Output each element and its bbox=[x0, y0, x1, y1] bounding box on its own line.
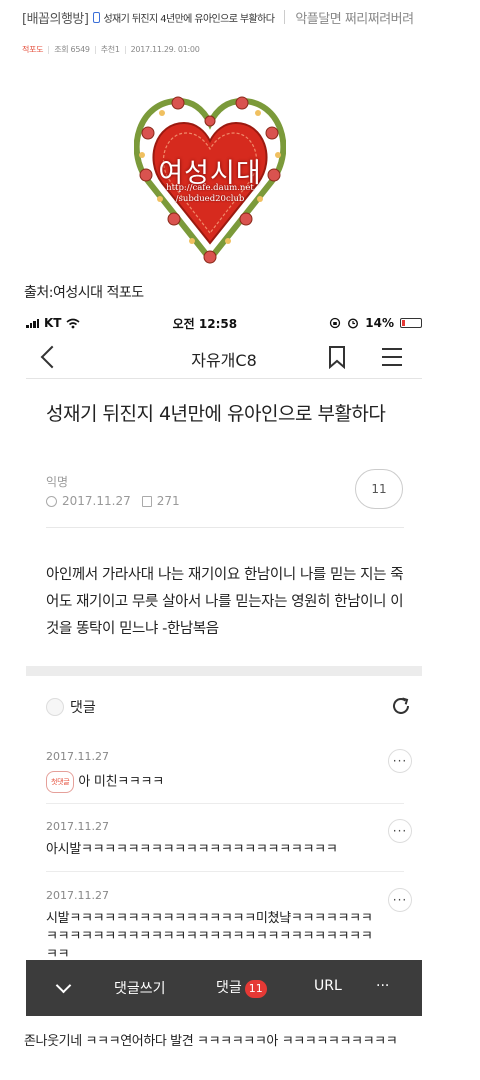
comment-text: 아 미친ㅋㅋㅋㅋ bbox=[78, 774, 164, 790]
bottom-toolbar: 댓글쓰기 댓글 11 URL ··· bbox=[26, 960, 422, 1016]
author-nickname[interactable]: 악플달면 쩌리쩌려버려 bbox=[295, 8, 414, 27]
write-comment-button[interactable]: 댓글쓰기 bbox=[114, 978, 166, 998]
footer-comment-text: 존나웃기네 ㅋㅋㅋ연어하다 발견 ㅋㅋㅋㅋㅋㅋ아 ㅋㅋㅋㅋㅋㅋㅋㅋㅋㅋ bbox=[24, 1034, 398, 1049]
wifi-icon bbox=[66, 318, 80, 328]
logo-url-line2: /subdued20club bbox=[175, 194, 245, 204]
logo-url: http://cafe.daum.net /subdued20club bbox=[134, 183, 286, 205]
views-icon bbox=[141, 495, 152, 507]
phone-status-bar: KT 오전 12:58 14% bbox=[26, 311, 422, 335]
post-meta: 적포도 조회 6549 추천1 2017.11.29. 01:00 bbox=[22, 44, 200, 55]
comment-date: 2017.11.27 bbox=[46, 750, 109, 763]
orientation-lock-icon bbox=[330, 317, 341, 329]
comment-item: 2017.11.27 시발ㅋㅋㅋㅋㅋㅋㅋㅋㅋㅋㅋㅋㅋㅋㅋㅋ미쳤냨ㅋㅋㅋㅋㅋㅋㅋㅋ… bbox=[46, 888, 412, 964]
article-title: 성재기 뒤진지 4년만에 유아인으로 부활하다 bbox=[46, 403, 386, 425]
comments-label: 댓글 bbox=[70, 700, 96, 716]
view-count: 조회 6549 bbox=[54, 45, 90, 54]
meta-divider bbox=[48, 45, 50, 54]
clock-icon bbox=[46, 495, 57, 507]
comment-item: 2017.11.27 아시발ㅋㅋㅋㅋㅋㅋㅋㅋㅋㅋㅋㅋㅋㅋㅋㅋㅋㅋㅋㅋㅋㅋ ··· bbox=[46, 819, 412, 859]
post-header: [배꼽의행방] 성재기 뒤진지 4년만에 유아인으로 부활하다 악플달면 쩌리쩌… bbox=[0, 0, 480, 34]
comments-button-label: 댓글 bbox=[216, 980, 242, 996]
section-divider bbox=[26, 666, 422, 676]
hamburger-menu-icon[interactable] bbox=[382, 348, 402, 366]
toolbar-more-button[interactable]: ··· bbox=[376, 978, 389, 994]
meta-divider bbox=[124, 45, 126, 54]
title-divider bbox=[284, 10, 286, 24]
post-category[interactable]: 적포도 bbox=[22, 44, 43, 55]
article-body: 아인께서 가라사대 나는 재기이요 한남이니 나를 믿는 지는 죽어도 재기이고… bbox=[46, 567, 404, 637]
logo-url-line1: http://cafe.daum.net bbox=[166, 183, 254, 193]
comment-text: 시발ㅋㅋㅋㅋㅋㅋㅋㅋㅋㅋㅋㅋㅋㅋㅋㅋ미쳤냨ㅋㅋㅋㅋㅋㅋㅋㅋㅋㅋㅋㅋㅋㅋㅋㅋㅋㅋㅋ… bbox=[46, 911, 373, 962]
app-title: 자유개C8 bbox=[191, 351, 257, 370]
comment-more-button[interactable]: ··· bbox=[388, 749, 412, 773]
url-button[interactable]: URL bbox=[314, 978, 342, 994]
post-title: 성재기 뒤진지 4년만에 유아인으로 부활하다 bbox=[103, 13, 275, 25]
article-meta: 2017.11.27 271 bbox=[46, 494, 180, 508]
cafe-logo: 여성시대 http://cafe.daum.net /subdued20club bbox=[133, 93, 287, 265]
article-author: 익명 bbox=[46, 475, 69, 489]
comment-text-row: 첫댓글 아 미친ㅋㅋㅋㅋ bbox=[46, 771, 376, 793]
article-date: 2017.11.27 bbox=[62, 494, 131, 508]
article-divider bbox=[46, 527, 404, 528]
app-bar: 자유개C8 bbox=[26, 337, 422, 379]
battery-percent: 14% bbox=[365, 316, 394, 330]
chevron-down-icon[interactable] bbox=[55, 977, 72, 994]
comment-more-button[interactable]: ··· bbox=[388, 888, 412, 912]
comment-more-button[interactable]: ··· bbox=[388, 819, 412, 843]
meta-divider bbox=[94, 45, 96, 54]
comment-count-bubble[interactable]: 11 bbox=[355, 469, 403, 509]
comment-text: 아시발ㅋㅋㅋㅋㅋㅋㅋㅋㅋㅋㅋㅋㅋㅋㅋㅋㅋㅋㅋㅋㅋㅋ bbox=[46, 842, 338, 857]
signal-icon bbox=[26, 318, 39, 328]
refresh-icon[interactable] bbox=[390, 695, 412, 717]
source-credit: 출처:여성시대 적포도 bbox=[24, 285, 144, 301]
board-tag[interactable]: [배꼽의행방] bbox=[22, 8, 89, 27]
comment-date: 2017.11.27 bbox=[46, 820, 109, 833]
comment-item: 2017.11.27 첫댓글 아 미친ㅋㅋㅋㅋ ··· bbox=[46, 749, 412, 793]
post-datetime: 2017.11.29. 01:00 bbox=[130, 45, 200, 54]
mobile-post-icon bbox=[93, 11, 101, 23]
alarm-icon bbox=[348, 318, 359, 329]
comments-bell-icon bbox=[46, 698, 64, 716]
comment-count-badge: 11 bbox=[244, 980, 267, 998]
comment-date: 2017.11.27 bbox=[46, 889, 109, 902]
comment-divider bbox=[46, 803, 404, 804]
article-views: 271 bbox=[156, 494, 180, 508]
bookmark-icon[interactable] bbox=[328, 345, 346, 369]
comment-divider bbox=[46, 871, 404, 872]
comments-button[interactable]: 댓글 11 bbox=[216, 977, 267, 998]
carrier-name: KT bbox=[44, 316, 62, 330]
status-time: 오전 12:58 bbox=[172, 316, 238, 331]
comments-header: 댓글 bbox=[46, 695, 412, 719]
first-comment-badge: 첫댓글 bbox=[46, 771, 75, 793]
battery-icon bbox=[400, 318, 422, 328]
recommend-count: 추천1 bbox=[100, 45, 120, 54]
